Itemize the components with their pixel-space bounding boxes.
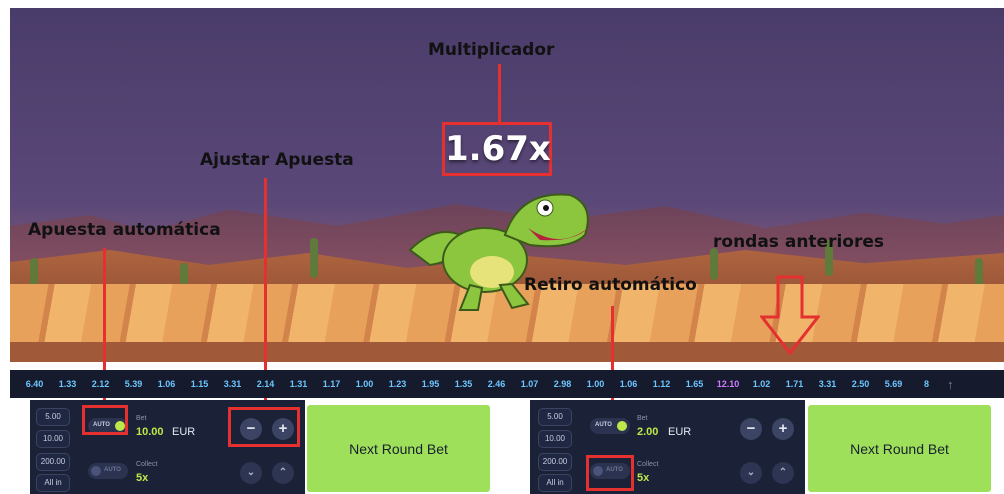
cactus: [710, 248, 718, 280]
previous-round-multiplier: 12.10: [716, 379, 740, 389]
quick-amount-200[interactable]: 200.00: [36, 453, 70, 471]
previous-round-multiplier: 2.14: [256, 379, 275, 389]
previous-round-multiplier: 1.35: [454, 379, 473, 389]
annotation-retiro-automatico: Retiro automático: [524, 275, 697, 295]
bet-value[interactable]: 10.00: [136, 426, 164, 438]
previous-round-multiplier: 1.65: [685, 379, 704, 389]
bet-label: Bet: [637, 415, 648, 422]
down-arrow-icon: [760, 275, 820, 356]
cactus: [180, 263, 188, 285]
quick-amount-10[interactable]: 10.00: [538, 430, 572, 448]
quick-amount-10[interactable]: 10.00: [36, 430, 70, 448]
previous-round-multiplier: 2.12: [91, 379, 110, 389]
previous-round-multiplier: 1.95: [421, 379, 440, 389]
collect-label: Collect: [136, 461, 158, 468]
collect-value[interactable]: 5x: [637, 472, 649, 484]
quick-amount-5[interactable]: 5.00: [36, 408, 70, 426]
quick-amount-all-in[interactable]: All in: [36, 474, 70, 492]
previous-round-multiplier: 5.69: [884, 379, 903, 389]
collect-up-icon[interactable]: ⌃: [772, 462, 794, 484]
previous-round-multiplier: 5.39: [124, 379, 143, 389]
previous-round-multiplier: 6.40: [25, 379, 44, 389]
previous-round-multiplier: 2.50: [851, 379, 870, 389]
multiplier-display: 1.67x: [442, 122, 552, 176]
previous-round-multiplier: 3.31: [818, 379, 837, 389]
previous-round-multiplier: 1.71: [785, 379, 804, 389]
annotation-ajustar-apuesta: Ajustar Apuesta: [200, 150, 354, 170]
annotation-box-auto-collect: [586, 455, 634, 491]
collect-up-icon[interactable]: ⌃: [272, 462, 294, 484]
previous-round-multiplier: 1.31: [289, 379, 308, 389]
collect-down-icon[interactable]: ⌄: [240, 462, 262, 484]
previous-round-multiplier: 2.46: [487, 379, 506, 389]
dinosaur-character: [408, 193, 589, 311]
collect-label: Collect: [637, 461, 659, 468]
previous-round-multiplier: 1.17: [322, 379, 341, 389]
collect-down-icon[interactable]: ⌄: [740, 462, 762, 484]
bet-label: Bet: [136, 415, 147, 422]
decrease-bet-button[interactable]: −: [740, 418, 762, 440]
previous-round-multiplier: 1.07: [520, 379, 539, 389]
bet-currency: EUR: [172, 426, 196, 438]
cactus: [975, 258, 983, 286]
previous-round-multiplier: 1.00: [586, 379, 605, 389]
auto-label: AUTO: [104, 467, 121, 473]
previous-round-multiplier: 1.02: [752, 379, 771, 389]
annotation-box-adjust-bet: [228, 407, 300, 447]
annotation-rondas-anteriores: rondas anteriores: [713, 232, 884, 252]
auto-collect-toggle[interactable]: AUTO: [88, 463, 128, 479]
bet-currency: EUR: [668, 426, 692, 438]
next-round-bet-button[interactable]: Next Round Bet: [808, 405, 991, 492]
previous-round-multiplier: 1.06: [619, 379, 638, 389]
previous-round-multiplier: 1.12: [652, 379, 671, 389]
annotation-apuesta-automatica: Apuesta automática: [28, 220, 221, 240]
cactus: [310, 238, 318, 278]
auto-bet-toggle[interactable]: AUTO: [590, 418, 630, 434]
previous-rounds-bar: 6.40 1.33 2.12 5.39 1.06 1.15 3.31 2.14 1.31 1.17…: [10, 370, 1004, 398]
quick-amount-200[interactable]: 200.00: [538, 453, 572, 471]
annotation-box-auto-bet: [82, 405, 128, 435]
bet-value[interactable]: 2.00: [637, 426, 658, 438]
previous-round-multiplier: 1.06: [157, 379, 176, 389]
increase-bet-button[interactable]: +: [772, 418, 794, 440]
previous-round-multiplier: 1.15: [190, 379, 209, 389]
toggle-knob: [617, 421, 627, 431]
quick-amount-all-in[interactable]: All in: [538, 474, 572, 492]
collect-value[interactable]: 5x: [136, 472, 148, 484]
previous-round-multiplier: 8: [923, 379, 929, 389]
previous-round-multiplier: 1.33: [58, 379, 77, 389]
annotation-multiplicador: Multiplicador: [428, 40, 555, 60]
toggle-knob: [91, 466, 101, 476]
next-round-bet-button[interactable]: Next Round Bet: [307, 405, 490, 492]
previous-round-multiplier: 1.00: [355, 379, 374, 389]
previous-round-multiplier: 1.23: [388, 379, 407, 389]
quick-amount-5[interactable]: 5.00: [538, 408, 572, 426]
auto-label: AUTO: [595, 422, 612, 428]
previous-round-multiplier: 3.31: [223, 379, 242, 389]
annotation-line: [498, 64, 501, 122]
history-expand-icon[interactable]: ↑: [947, 377, 954, 392]
previous-round-multiplier: 2.98: [553, 379, 572, 389]
